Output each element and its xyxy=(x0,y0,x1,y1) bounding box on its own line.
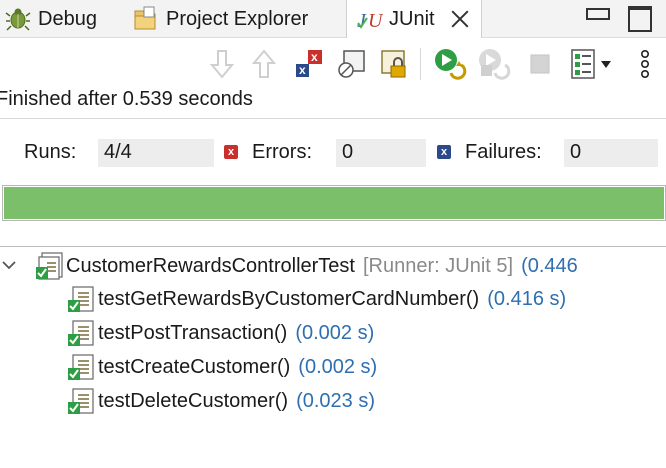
minimize-icon[interactable] xyxy=(586,6,610,28)
previous-failure-icon[interactable] xyxy=(246,44,282,84)
toolbar-separator xyxy=(420,48,421,80)
view-menu-icon[interactable] xyxy=(630,44,660,84)
error-icon: x xyxy=(224,145,238,159)
failures-value: 0 xyxy=(564,139,658,167)
chevron-down-icon[interactable] xyxy=(596,44,616,84)
failure-icon: x xyxy=(437,145,451,159)
errors-label: Errors: xyxy=(252,141,312,163)
test-runner-label: [Runner: JUnit 5] xyxy=(362,254,514,277)
run-status-text: Finished after 0.539 seconds xyxy=(0,88,253,110)
test-case-time: (0.416 s) xyxy=(487,287,567,310)
test-case-time: (0.002 s) xyxy=(295,321,375,344)
test-suite-row[interactable]: CustomerRewardsControllerTest [Runner: J… xyxy=(34,250,578,282)
test-ok-icon xyxy=(66,284,96,314)
test-suite-ok-icon xyxy=(34,251,64,281)
chevron-down-icon[interactable] xyxy=(2,258,16,272)
test-suite-time: (0.446 xyxy=(521,254,578,277)
tab-label: Debug xyxy=(38,7,97,30)
rerun-test-icon[interactable] xyxy=(432,44,468,84)
test-case-row[interactable]: testCreateCustomer() (0.002 s) xyxy=(66,351,377,383)
progress-fill xyxy=(4,187,664,219)
test-case-name: testDeleteCustomer() xyxy=(98,389,289,412)
test-case-time: (0.002 s) xyxy=(298,355,378,378)
test-ok-icon xyxy=(66,318,96,348)
tab-junit[interactable]: J U JUnit xyxy=(346,0,482,38)
test-case-row[interactable]: testDeleteCustomer() (0.023 s) xyxy=(66,385,375,417)
junit-icon: J U xyxy=(355,5,383,33)
next-failure-icon[interactable] xyxy=(204,44,240,84)
tab-label: Project Explorer xyxy=(166,7,309,30)
folder-icon xyxy=(132,5,160,33)
divider xyxy=(0,118,666,119)
failures-label: Failures: xyxy=(465,141,542,163)
errors-value: 0 xyxy=(336,139,426,167)
test-case-name: testGetRewardsByCustomerCardNumber() xyxy=(98,287,480,310)
test-ok-icon xyxy=(66,352,96,382)
show-skipped-tests-icon[interactable] xyxy=(334,44,370,84)
test-suite-name: CustomerRewardsControllerTest xyxy=(66,254,355,277)
show-failures-only-icon[interactable]: x x xyxy=(290,44,326,84)
scroll-lock-icon[interactable] xyxy=(376,44,412,84)
test-case-row[interactable]: testPostTransaction() (0.002 s) xyxy=(66,317,374,349)
runs-label: Runs: xyxy=(24,141,77,163)
rerun-failed-first-icon[interactable] xyxy=(476,44,512,84)
stop-icon[interactable] xyxy=(522,44,558,84)
test-case-name: testCreateCustomer() xyxy=(98,355,291,378)
tab-debug[interactable]: Debug xyxy=(4,0,97,38)
test-progress-bar xyxy=(2,185,666,221)
svg-text:x: x xyxy=(311,50,318,64)
test-case-time: (0.023 s) xyxy=(296,389,375,412)
runs-value: 4/4 xyxy=(98,139,214,167)
bug-icon xyxy=(4,5,32,33)
tab-project-explorer[interactable]: Project Explorer xyxy=(132,0,308,38)
divider xyxy=(0,246,666,247)
svg-text:U: U xyxy=(368,10,383,32)
test-case-row[interactable]: testGetRewardsByCustomerCardNumber() (0.… xyxy=(66,283,566,315)
maximize-icon[interactable] xyxy=(628,6,652,32)
view-tab-bar: Debug Project Explorer J U JUnit xyxy=(0,0,666,38)
tab-label: JUnit xyxy=(389,7,435,30)
test-ok-icon xyxy=(66,386,96,416)
close-icon[interactable] xyxy=(449,8,471,30)
test-case-name: testPostTransaction() xyxy=(98,321,288,344)
svg-text:x: x xyxy=(299,63,306,77)
